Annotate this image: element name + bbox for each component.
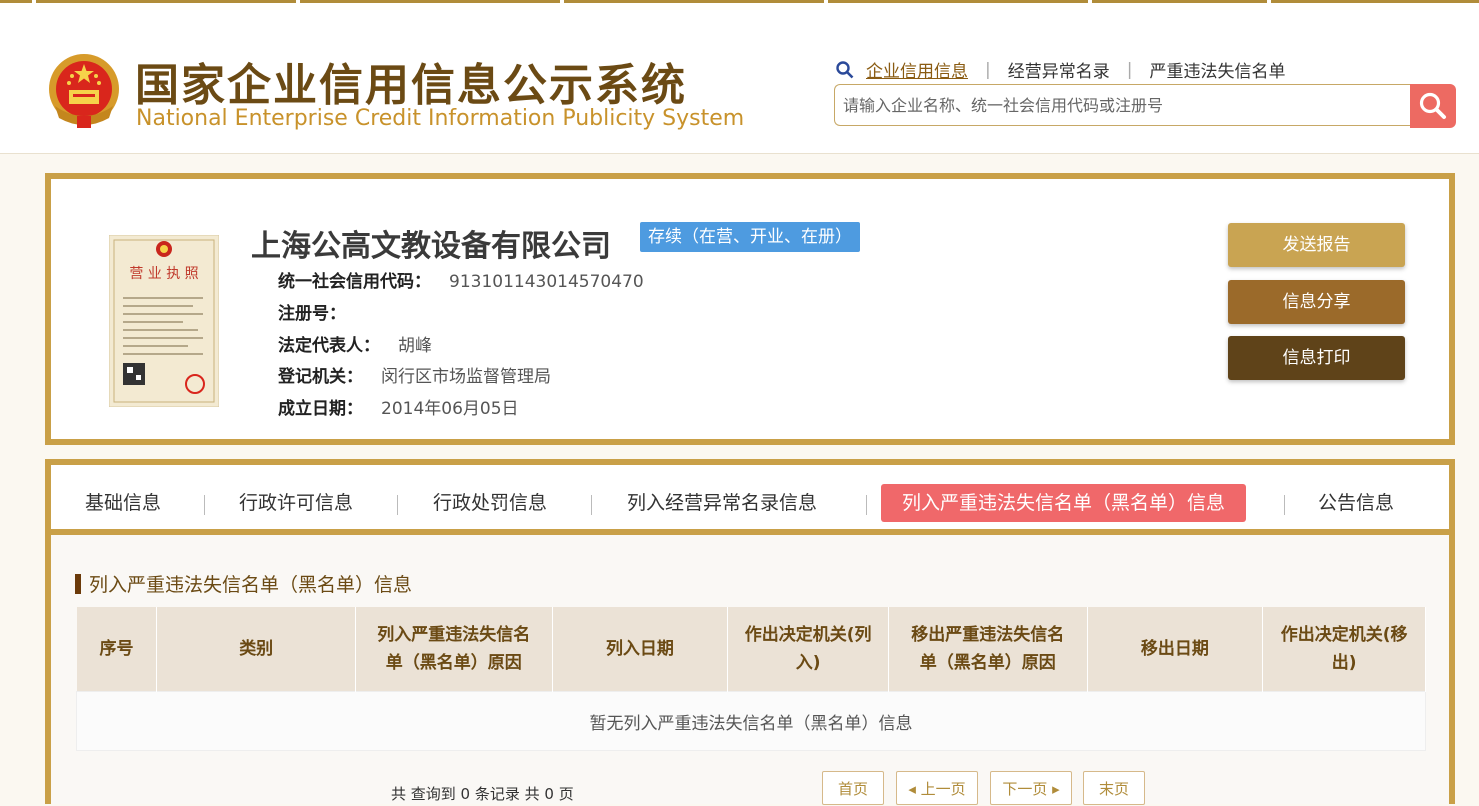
next-page-label: 下一页 <box>1002 780 1048 798</box>
tab-basic-info[interactable]: 基础信息 <box>85 484 161 522</box>
nav-separator: | <box>1126 59 1133 80</box>
tab-separator <box>397 495 398 515</box>
tab-blacklist[interactable]: 列入严重违法失信名单（黑名单）信息 <box>881 484 1247 522</box>
field-label: 成立日期： <box>278 399 363 419</box>
pagination-summary: 共 查询到 0 条记录 共 0 页 <box>391 785 574 803</box>
info-panel: 基础信息 行政许可信息 行政处罚信息 列入经营异常名录信息 列入严重违法失信名单… <box>45 459 1455 805</box>
column-header: 作出决定机关(列入) <box>727 607 889 692</box>
column-header: 作出决定机关(移出) <box>1262 607 1426 692</box>
column-header: 移出严重违法失信名单（黑名单）原因 <box>888 607 1088 692</box>
company-name: 上海公高文教设备有限公司 <box>251 229 611 264</box>
tab-separator <box>591 495 592 515</box>
national-emblem-icon <box>49 54 119 128</box>
search-input[interactable] <box>834 84 1410 126</box>
field-value: 2014年06月05日 <box>381 399 519 419</box>
first-page-button[interactable]: 首页 <box>822 771 884 805</box>
field-value: 913101143014570470 <box>449 272 644 292</box>
column-header: 类别 <box>156 607 356 692</box>
nav-enterprise-credit[interactable]: 企业信用信息 <box>866 57 968 82</box>
next-page-button[interactable]: 下一页 ▸ <box>990 771 1072 805</box>
field-value: 胡峰 <box>398 336 432 356</box>
section-heading: 列入严重违法失信名单（黑名单）信息 <box>75 570 412 597</box>
field-legal-representative: 法定代表人： 胡峰 <box>278 331 432 356</box>
send-report-button[interactable]: 发送报告 <box>1228 223 1405 267</box>
status-badge: 存续（在营、开业、在册） <box>640 222 860 252</box>
nav-blacklist[interactable]: 严重违法失信名单 <box>1149 57 1285 82</box>
search-icon <box>836 60 854 78</box>
print-info-button[interactable]: 信息打印 <box>1228 336 1405 380</box>
field-value: 闵行区市场监督管理局 <box>381 367 551 387</box>
column-header: 列入日期 <box>552 607 729 692</box>
share-info-button[interactable]: 信息分享 <box>1228 280 1405 324</box>
field-label: 登记机关： <box>278 367 363 387</box>
site-header: 国家企业信用信息公示系统 National Enterprise Credit … <box>0 3 1479 154</box>
tab-separator <box>1284 495 1285 515</box>
tab-bar: 基础信息 行政许可信息 行政处罚信息 列入经营异常名录信息 列入严重违法失信名单… <box>51 465 1449 535</box>
blacklist-table: 序号 类别 列入严重违法失信名单（黑名单）原因 列入日期 作出决定机关(列入) … <box>76 607 1426 751</box>
field-establishment-date: 成立日期： 2014年06月05日 <box>278 394 519 419</box>
search-button[interactable] <box>1410 84 1456 128</box>
table-header-row: 序号 类别 列入严重违法失信名单（黑名单）原因 列入日期 作出决定机关(列入) … <box>76 607 1426 692</box>
field-label: 统一社会信用代码： <box>278 272 431 292</box>
tab-abnormal-list[interactable]: 列入经营异常名录信息 <box>627 484 817 522</box>
prev-page-label: 上一页 <box>920 780 966 798</box>
prev-page-button[interactable]: ◂ 上一页 <box>896 771 978 805</box>
site-subtitle: National Enterprise Credit Information P… <box>136 106 745 131</box>
site-title: 国家企业信用信息公示系统 <box>135 60 687 111</box>
tab-admin-penalty[interactable]: 行政处罚信息 <box>433 484 547 522</box>
column-header: 序号 <box>76 607 158 692</box>
last-page-button[interactable]: 末页 <box>1083 771 1145 805</box>
field-registration-number: 注册号： <box>278 299 364 324</box>
empty-message: 暂无列入严重违法失信名单（黑名单）信息 <box>76 691 1426 751</box>
nav-separator: | <box>985 59 991 80</box>
company-card: 营 业 执 照 上海公高文教设备有限公司 存续（在营、开业、在册） 统一社会信用… <box>45 173 1455 445</box>
column-header: 移出日期 <box>1087 607 1264 692</box>
section-title: 列入严重违法失信名单（黑名单）信息 <box>89 574 413 596</box>
top-nav: 企业信用信息 | 经营异常名录 | 严重违法失信名单 <box>836 57 1285 82</box>
field-registration-authority: 登记机关： 闵行区市场监督管理局 <box>278 362 551 387</box>
nav-abnormal-list[interactable]: 经营异常名录 <box>1008 57 1110 82</box>
field-credit-code: 统一社会信用代码： 913101143014570470 <box>278 267 644 292</box>
field-label: 法定代表人： <box>278 336 380 356</box>
section-marker <box>75 573 81 594</box>
tab-separator <box>866 495 867 515</box>
tab-admin-license[interactable]: 行政许可信息 <box>239 484 353 522</box>
tab-announcements[interactable]: 公告信息 <box>1318 484 1394 522</box>
tab-separator <box>204 495 205 515</box>
business-license-image[interactable]: 营 业 执 照 <box>109 235 219 407</box>
license-title: 营 业 执 照 <box>129 266 198 282</box>
search-icon <box>1419 92 1446 119</box>
column-header: 列入严重违法失信名单（黑名单）原因 <box>355 607 553 692</box>
field-label: 注册号： <box>278 304 346 324</box>
table-row: 暂无列入严重违法失信名单（黑名单）信息 <box>76 691 1426 751</box>
